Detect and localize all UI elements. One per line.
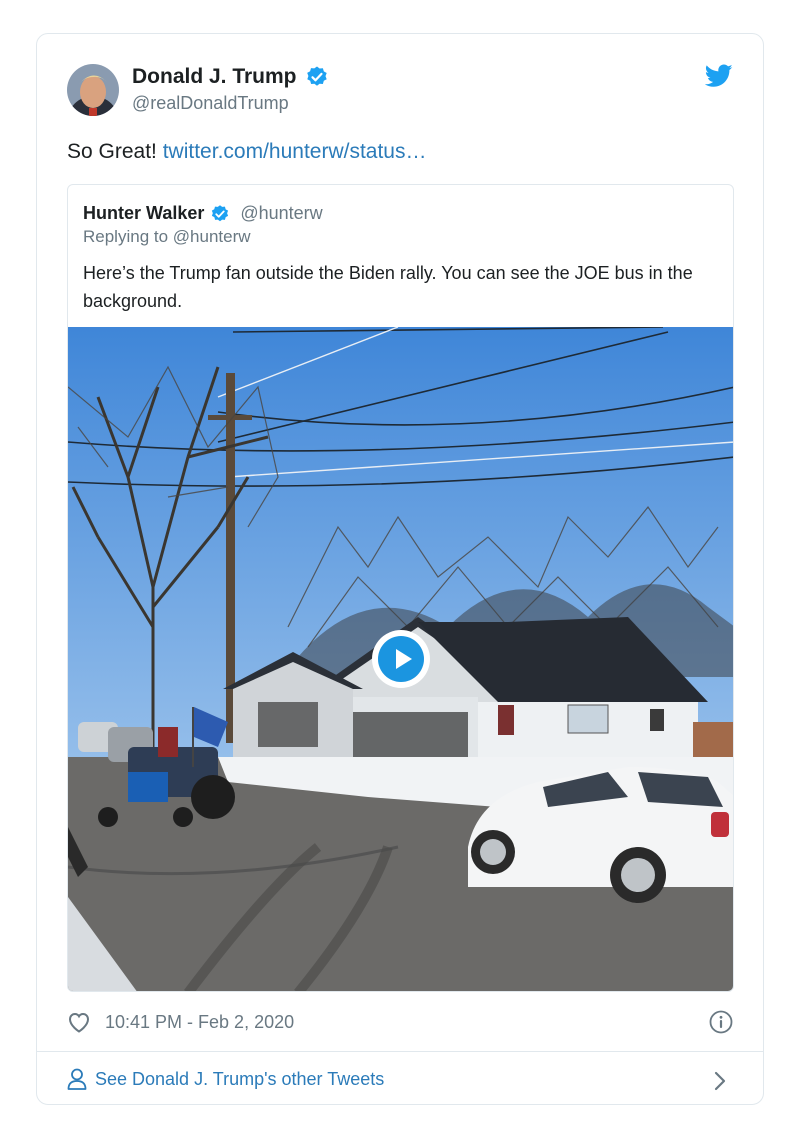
chevron-right-icon[interactable] (713, 1070, 727, 1092)
reply-context[interactable]: Replying to @hunterw (83, 227, 251, 247)
avatar[interactable] (67, 64, 119, 116)
timestamp[interactable]: 10:41 PM - Feb 2, 2020 (105, 1012, 294, 1033)
quoted-tweet-text: Here’s the Trump fan outside the Biden r… (83, 263, 693, 311)
tweet-meta: 10:41 PM - Feb 2, 2020 (67, 1011, 294, 1033)
quoted-author-handle: @hunterw (240, 203, 323, 223)
heart-icon[interactable] (67, 1011, 91, 1033)
verified-badge-icon (306, 66, 327, 86)
see-other-tweets-link[interactable]: See Donald J. Trump's other Tweets (67, 1068, 384, 1090)
video-thumbnail[interactable] (68, 327, 733, 991)
person-icon (67, 1068, 87, 1090)
tweet-text-prefix: So Great! (67, 140, 163, 163)
quoted-author[interactable]: Hunter Walker @hunterw (83, 203, 323, 224)
verified-badge-icon (212, 204, 229, 221)
author-name[interactable]: Donald J. Trump (132, 65, 329, 89)
play-icon (378, 636, 424, 682)
info-icon[interactable] (709, 1010, 733, 1034)
author-handle[interactable]: @realDonaldTrump (132, 93, 289, 114)
author-name-text: Donald J. Trump (132, 65, 297, 88)
see-other-tweets-label: See Donald J. Trump's other Tweets (95, 1068, 385, 1089)
embedded-tweet-card: Donald J. Trump @realDonaldTrump So Grea… (36, 33, 764, 1105)
divider (37, 1051, 763, 1052)
play-button[interactable] (372, 630, 430, 688)
tweet-text: So Great! twitter.com/hunterw/status… (67, 140, 426, 164)
twitter-bird-icon[interactable] (705, 64, 733, 88)
tweet-link[interactable]: twitter.com/hunterw/status… (163, 140, 427, 163)
quoted-tweet[interactable]: Hunter Walker @hunterw Replying to @hunt… (67, 184, 734, 992)
quoted-author-name: Hunter Walker (83, 203, 205, 223)
